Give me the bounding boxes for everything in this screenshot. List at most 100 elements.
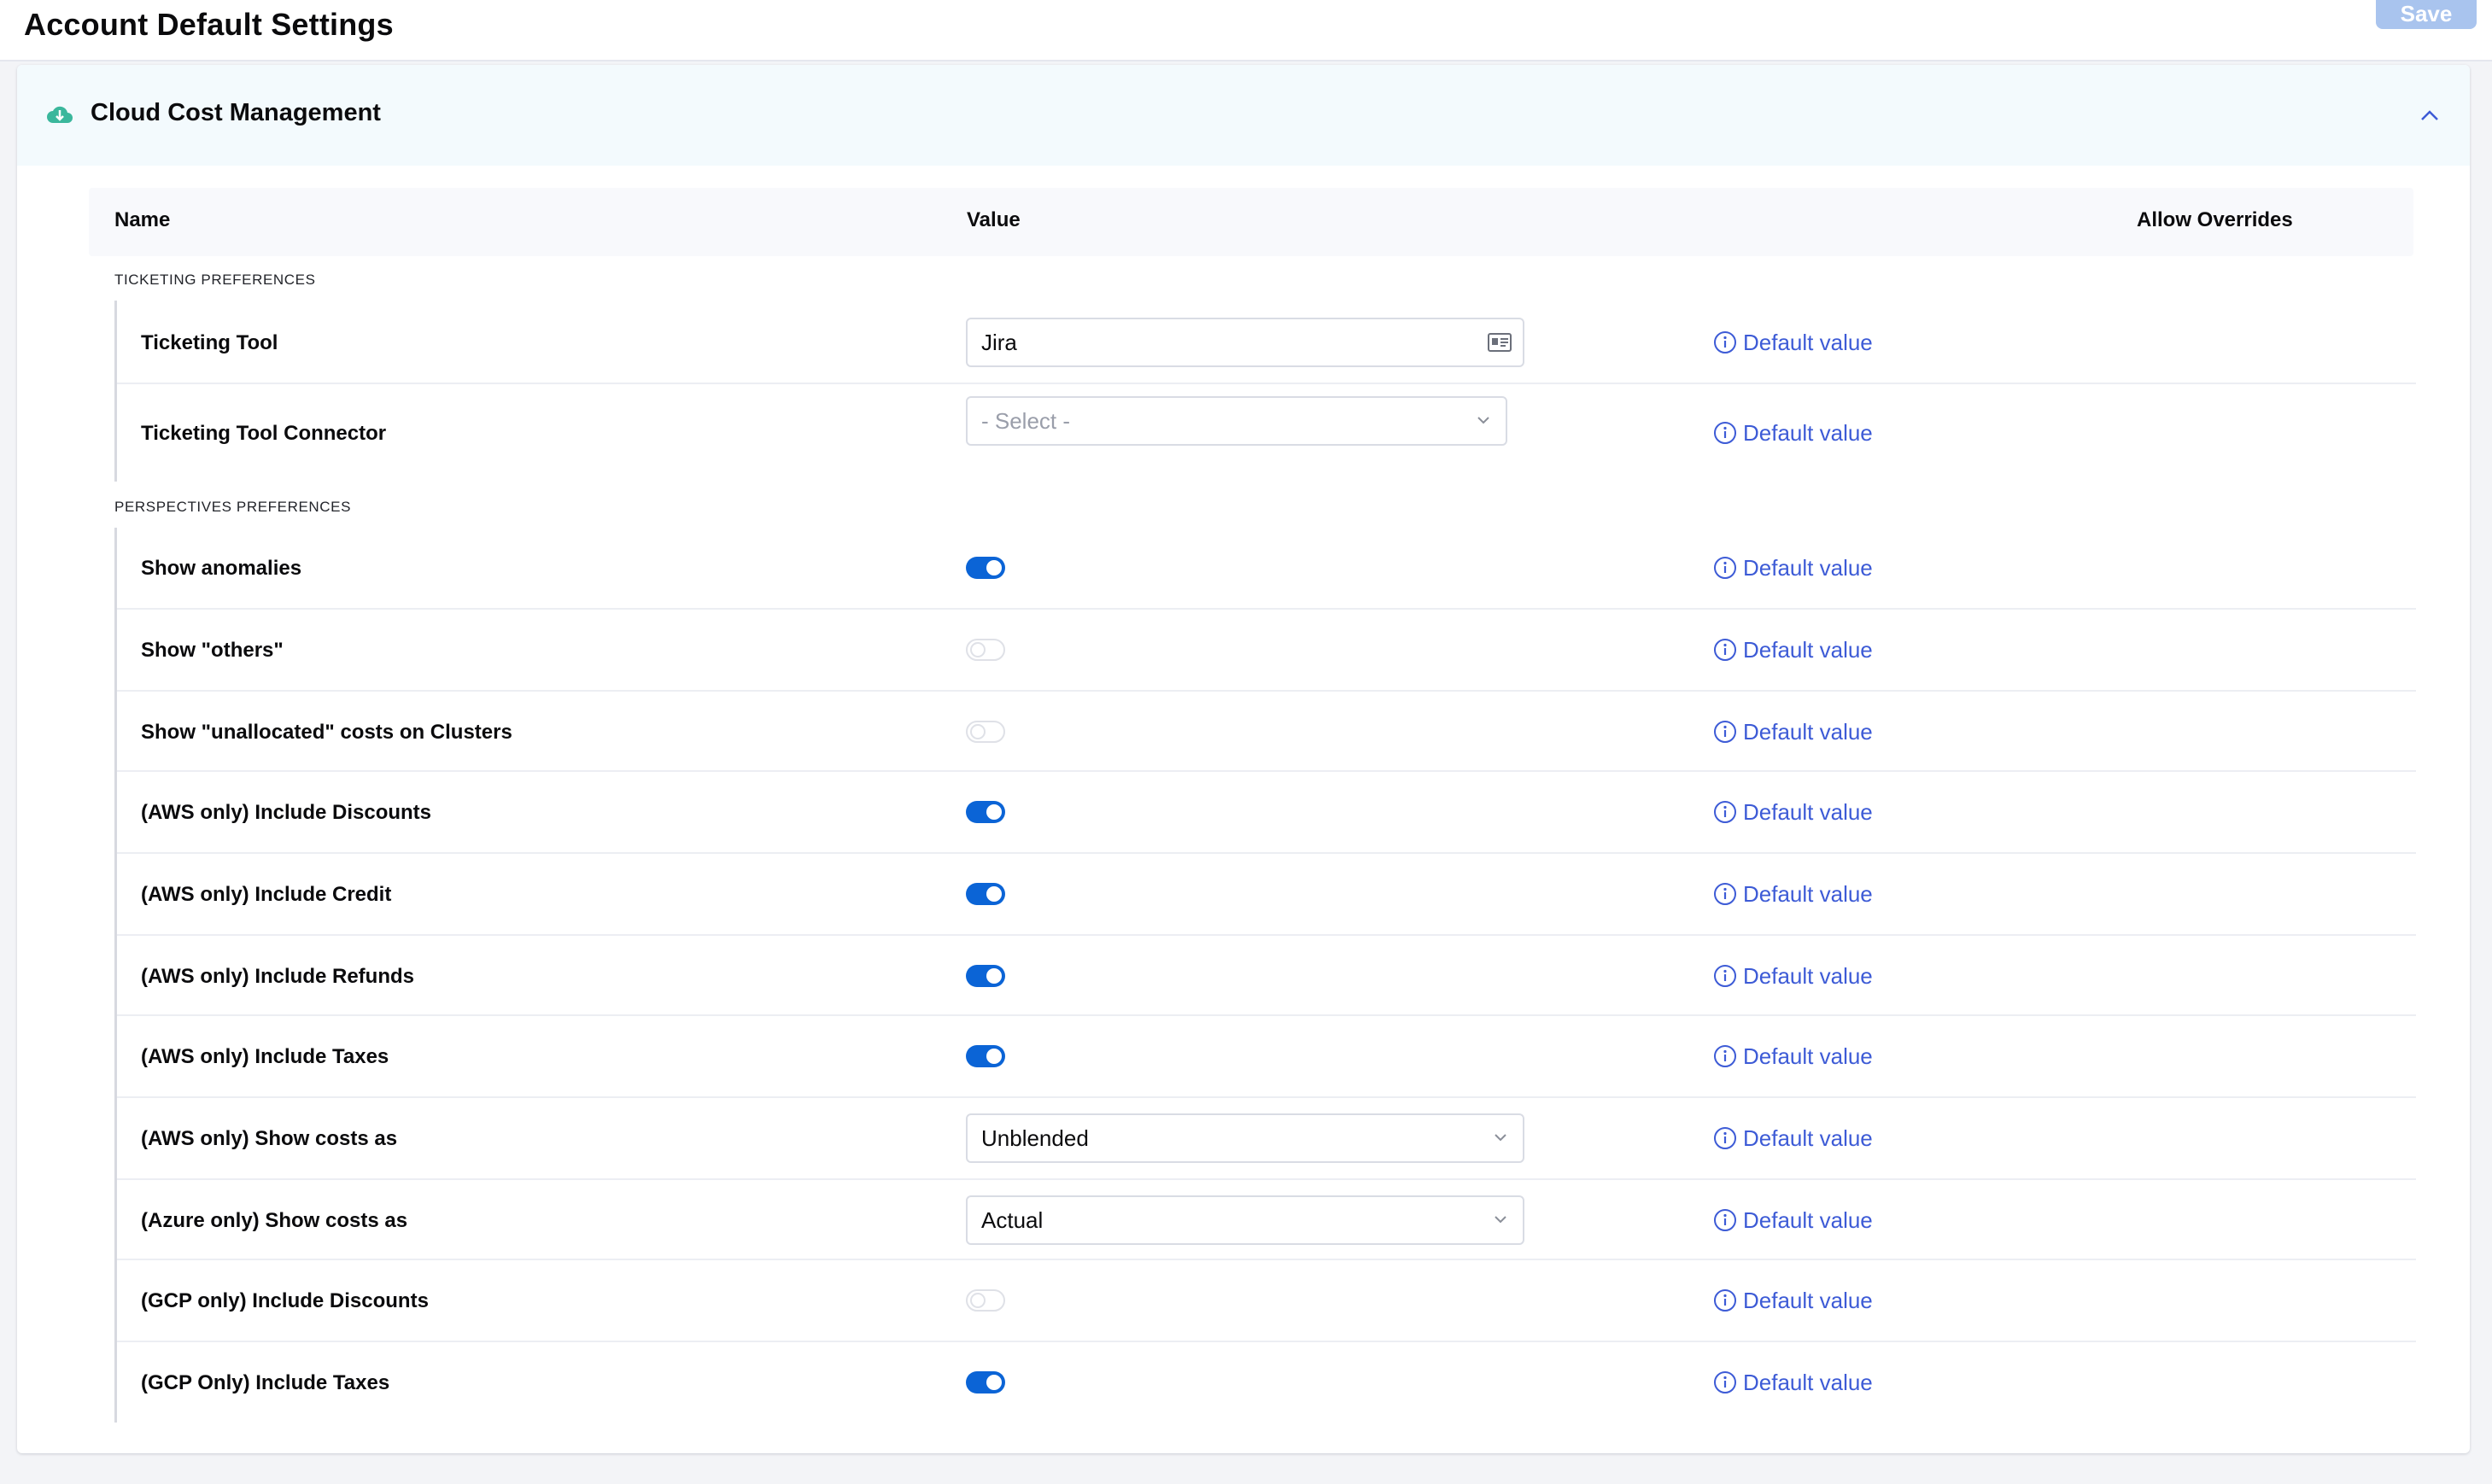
default-value-label: Default value (1743, 1043, 1873, 1069)
ticketing-group: Ticketing Tool Jira Default value Ticket… (114, 301, 2416, 482)
info-icon (1714, 1209, 1736, 1231)
toggle-aws-discounts[interactable] (966, 801, 1005, 823)
section-label-ticketing: TICKETING PREFERENCES (114, 272, 316, 288)
default-value-link[interactable]: Default value (1712, 418, 1873, 447)
info-icon (1714, 422, 1736, 444)
info-icon (1714, 1045, 1736, 1067)
setting-name: Show "unallocated" costs on Clusters (141, 721, 512, 744)
default-value-label: Default value (1743, 1125, 1873, 1151)
perspectives-group: Show anomalies Default value Show "other… (114, 528, 2416, 1423)
default-value-link[interactable]: Default value (1712, 1368, 1873, 1397)
select-value: Actual (981, 1207, 1044, 1233)
toggle-show-unallocated[interactable] (966, 721, 1005, 743)
collapse-button[interactable] (2415, 101, 2444, 130)
info-icon (1714, 721, 1736, 743)
setting-row-ticketing-tool: Ticketing Tool Jira Default value (117, 301, 2416, 384)
column-header-value: Value (967, 208, 1021, 231)
default-value-label: Default value (1743, 1206, 1873, 1233)
setting-row-ticketing-tool-connector: Ticketing Tool Connector - Select - Defa… (117, 384, 2416, 482)
page-title: Account Default Settings (24, 7, 394, 42)
ticketing-tool-field[interactable]: Jira (966, 318, 1524, 367)
default-value-link[interactable]: Default value (1712, 1042, 1873, 1071)
default-value-label: Default value (1743, 718, 1873, 745)
default-value-link[interactable]: Default value (1712, 717, 1873, 746)
info-icon (1714, 883, 1736, 905)
setting-row-aws-taxes: (AWS only) Include Taxes Default value (117, 1016, 2416, 1098)
default-value-label: Default value (1743, 329, 1873, 355)
default-value-link[interactable]: Default value (1712, 328, 1873, 357)
setting-name: (AWS only) Include Taxes (141, 1045, 389, 1068)
setting-name: (AWS only) Show costs as (141, 1127, 398, 1150)
toggle-gcp-taxes[interactable] (966, 1371, 1005, 1393)
select-value: Unblended (981, 1125, 1089, 1151)
setting-name: (AWS only) Include Credit (141, 883, 392, 906)
default-value-link[interactable]: Default value (1712, 553, 1873, 582)
default-value-label: Default value (1743, 962, 1873, 989)
id-card-icon[interactable] (1487, 332, 1512, 353)
default-value-link[interactable]: Default value (1712, 879, 1873, 909)
chevron-down-icon (1495, 1134, 1506, 1142)
table-header: Name Value Allow Overrides (89, 188, 2413, 256)
toggle-aws-refunds[interactable] (966, 965, 1005, 987)
setting-row-show-unallocated: Show "unallocated" costs on Clusters Def… (117, 692, 2416, 772)
setting-row-aws-show-costs: (AWS only) Show costs as Unblended Defau… (117, 1098, 2416, 1180)
cloud-cost-icon (47, 106, 73, 123)
info-icon (1714, 331, 1736, 353)
column-header-name: Name (114, 208, 171, 231)
chevron-up-icon (2421, 110, 2438, 120)
setting-name: (GCP Only) Include Taxes (141, 1371, 390, 1394)
info-icon (1714, 1289, 1736, 1312)
column-header-allow-overrides: Allow Overrides (2137, 208, 2293, 231)
default-value-label: Default value (1743, 798, 1873, 825)
setting-row-aws-refunds: (AWS only) Include Refunds Default value (117, 936, 2416, 1016)
default-value-label: Default value (1743, 554, 1873, 581)
toggle-aws-credit[interactable] (966, 883, 1005, 905)
default-value-link[interactable]: Default value (1712, 961, 1873, 990)
setting-row-aws-discounts: (AWS only) Include Discounts Default val… (117, 772, 2416, 854)
settings-card: Cloud Cost Management Name Value Allow O… (17, 65, 2470, 1453)
setting-name: Show anomalies (141, 557, 302, 580)
setting-name: (Azure only) Show costs as (141, 1209, 408, 1232)
toggle-show-anomalies[interactable] (966, 557, 1005, 579)
default-value-label: Default value (1743, 419, 1873, 446)
default-value-link[interactable]: Default value (1712, 1206, 1873, 1235)
toggle-aws-taxes[interactable] (966, 1045, 1005, 1067)
select-placeholder: - Select - (981, 408, 1071, 434)
card-header[interactable]: Cloud Cost Management (17, 65, 2470, 166)
setting-row-azure-show-costs: (Azure only) Show costs as Actual Defaul… (117, 1180, 2416, 1260)
save-button[interactable]: Save (2376, 0, 2477, 29)
section-label-perspectives: PERSPECTIVES PREFERENCES (114, 499, 352, 515)
toggle-gcp-discounts[interactable] (966, 1289, 1005, 1312)
aws-costs-select[interactable]: Unblended (966, 1113, 1524, 1163)
default-value-link[interactable]: Default value (1712, 1124, 1873, 1153)
default-value-link[interactable]: Default value (1712, 1286, 1873, 1315)
ticketing-connector-select[interactable]: - Select - (966, 396, 1507, 446)
info-icon (1714, 639, 1736, 661)
setting-name: (AWS only) Include Refunds (141, 965, 415, 988)
toggle-show-others[interactable] (966, 639, 1005, 661)
info-icon (1714, 801, 1736, 823)
setting-row-gcp-taxes: (GCP Only) Include Taxes Default value (117, 1342, 2416, 1423)
info-icon (1714, 965, 1736, 987)
default-value-label: Default value (1743, 1369, 1873, 1395)
default-value-label: Default value (1743, 636, 1873, 663)
setting-row-gcp-discounts: (GCP only) Include Discounts Default val… (117, 1260, 2416, 1342)
default-value-label: Default value (1743, 1287, 1873, 1313)
setting-name: Ticketing Tool Connector (141, 422, 387, 445)
default-value-label: Default value (1743, 880, 1873, 907)
info-icon (1714, 1371, 1736, 1393)
default-value-link[interactable]: Default value (1712, 635, 1873, 664)
setting-row-show-anomalies: Show anomalies Default value (117, 528, 2416, 610)
azure-costs-select[interactable]: Actual (966, 1195, 1524, 1245)
card-title: Cloud Cost Management (91, 99, 381, 126)
info-icon (1714, 557, 1736, 579)
setting-name: (AWS only) Include Discounts (141, 801, 432, 824)
top-bar: Account Default Settings Save (0, 0, 2492, 61)
info-icon (1714, 1127, 1736, 1149)
setting-row-show-others: Show "others" Default value (117, 610, 2416, 692)
default-value-link[interactable]: Default value (1712, 798, 1873, 827)
setting-name: Ticketing Tool (141, 331, 278, 354)
field-value: Jira (981, 330, 1017, 355)
chevron-down-icon (1477, 417, 1489, 424)
setting-name: Show "others" (141, 639, 284, 662)
